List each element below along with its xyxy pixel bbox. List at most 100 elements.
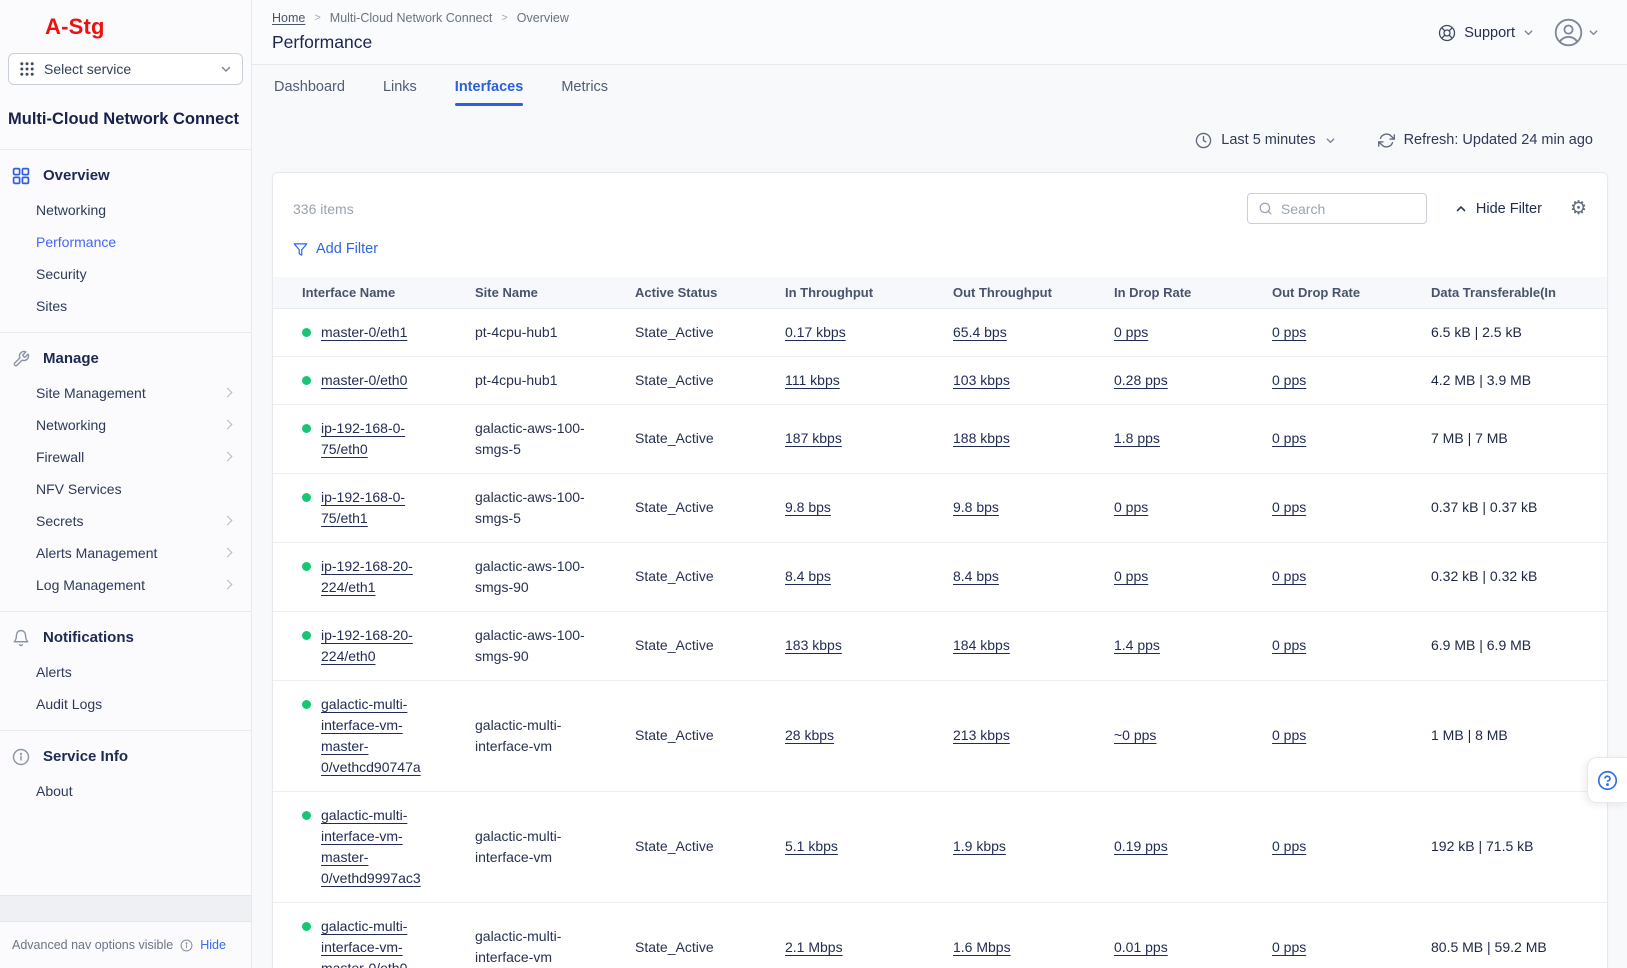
out_drop-link[interactable]: 0 pps xyxy=(1272,637,1306,653)
in_tp-link[interactable]: 2.1 Mbps xyxy=(785,939,843,955)
sidebar-section-manage[interactable]: Manage xyxy=(0,341,251,377)
interface-link[interactable]: master-0/eth0 xyxy=(321,370,407,391)
interface-link[interactable]: galactic-multi-interface-vm-master-0/vet… xyxy=(321,805,443,889)
refresh-icon xyxy=(1378,132,1395,149)
sidebar-item-alerts-management[interactable]: Alerts Management xyxy=(0,537,251,569)
in_tp-link[interactable]: 187 kbps xyxy=(785,430,842,446)
sidebar-section-service-info[interactable]: Service Info xyxy=(0,739,251,775)
in_drop-link[interactable]: 0 pps xyxy=(1114,568,1148,584)
cell-data: 6.5 kB | 2.5 kB xyxy=(1431,309,1607,356)
out_drop-link[interactable]: 0 pps xyxy=(1272,499,1306,515)
sidebar-item-security[interactable]: Security xyxy=(0,258,251,290)
sidebar-item-secrets[interactable]: Secrets xyxy=(0,505,251,537)
out_drop-link[interactable]: 0 pps xyxy=(1272,324,1306,340)
in_tp-link[interactable]: 9.8 bps xyxy=(785,499,831,515)
interface-link[interactable]: ip-192-168-20-224/eth0 xyxy=(321,625,443,667)
support-menu[interactable]: Support xyxy=(1438,24,1534,42)
cell-interface: galactic-multi-interface-vm-master-0/eth… xyxy=(273,903,475,968)
out_tp-link[interactable]: 65.4 bps xyxy=(953,324,1007,340)
hide-filter-button[interactable]: Hide Filter xyxy=(1455,201,1542,217)
sidebar-item-performance[interactable]: Performance xyxy=(0,226,251,258)
account-menu[interactable] xyxy=(1554,18,1599,47)
in_tp-link[interactable]: 28 kbps xyxy=(785,727,834,743)
in_drop-link[interactable]: 1.8 pps xyxy=(1114,430,1160,446)
in_drop-link[interactable]: 1.4 pps xyxy=(1114,637,1160,653)
hide-nav-link[interactable]: Hide xyxy=(200,938,226,952)
out_tp-link[interactable]: 1.6 Mbps xyxy=(953,939,1011,955)
sidebar-item-nfv-services[interactable]: NFV Services xyxy=(0,473,251,505)
column-header[interactable]: Interface Name xyxy=(273,277,475,308)
user-avatar-icon xyxy=(1554,18,1583,47)
in_tp-link[interactable]: 183 kbps xyxy=(785,637,842,653)
tab-interfaces[interactable]: Interfaces xyxy=(455,79,524,106)
out_drop-link[interactable]: 0 pps xyxy=(1272,838,1306,854)
interface-link[interactable]: ip-192-168-0-75/eth0 xyxy=(321,418,443,460)
column-header[interactable]: In Drop Rate xyxy=(1114,277,1272,308)
column-header[interactable]: Active Status xyxy=(635,277,785,308)
cell-out_tp: 9.8 bps xyxy=(953,484,1114,531)
column-header[interactable]: Out Throughput xyxy=(953,277,1114,308)
in_tp-link[interactable]: 0.17 kbps xyxy=(785,324,846,340)
sidebar-item-about[interactable]: About xyxy=(0,775,251,807)
sidebar-item-audit-logs[interactable]: Audit Logs xyxy=(0,688,251,720)
add-filter-button[interactable]: Add Filter xyxy=(293,241,378,257)
card-head-right: Hide Filter ⚙ xyxy=(1247,193,1587,224)
search-input[interactable] xyxy=(1281,201,1416,217)
column-header[interactable]: In Throughput xyxy=(785,277,953,308)
breadcrumb-item-home[interactable]: Home xyxy=(272,11,305,25)
time-range-dropdown[interactable]: Last 5 minutes xyxy=(1195,132,1335,149)
out_tp-link[interactable]: 188 kbps xyxy=(953,430,1010,446)
out_tp-link[interactable]: 213 kbps xyxy=(953,727,1010,743)
out_drop-link[interactable]: 0 pps xyxy=(1272,430,1306,446)
sidebar-section-overview[interactable]: Overview xyxy=(0,158,251,194)
out_tp-link[interactable]: 103 kbps xyxy=(953,372,1010,388)
out_tp-link[interactable]: 8.4 bps xyxy=(953,568,999,584)
sidebar-item-log-management[interactable]: Log Management xyxy=(0,569,251,601)
sidebar-item-site-management[interactable]: Site Management xyxy=(0,377,251,409)
interface-link[interactable]: ip-192-168-20-224/eth1 xyxy=(321,556,443,598)
out_drop-link[interactable]: 0 pps xyxy=(1272,939,1306,955)
column-header[interactable]: Out Drop Rate xyxy=(1272,277,1431,308)
tab-metrics[interactable]: Metrics xyxy=(561,79,608,106)
interface-link[interactable]: galactic-multi-interface-vm-master-0/vet… xyxy=(321,694,443,778)
breadcrumb-item-multi-cloud-network-connect[interactable]: Multi-Cloud Network Connect xyxy=(330,11,493,25)
interface-link[interactable]: ip-192-168-0-75/eth1 xyxy=(321,487,443,529)
section-label: Manage xyxy=(43,350,99,367)
out_tp-link[interactable]: 184 kbps xyxy=(953,637,1010,653)
table-row: ip-192-168-20-224/eth0galactic-aws-100-s… xyxy=(273,612,1607,681)
in_tp-link[interactable]: 8.4 bps xyxy=(785,568,831,584)
tab-links[interactable]: Links xyxy=(383,79,417,106)
out_tp-link[interactable]: 1.9 kbps xyxy=(953,838,1006,854)
tab-dashboard[interactable]: Dashboard xyxy=(274,79,345,106)
out_drop-link[interactable]: 0 pps xyxy=(1272,568,1306,584)
in_drop-link[interactable]: ~0 pps xyxy=(1114,727,1156,743)
out_tp-link[interactable]: 9.8 bps xyxy=(953,499,999,515)
in_tp-link[interactable]: 111 kbps xyxy=(785,372,840,388)
in_tp-link[interactable]: 5.1 kbps xyxy=(785,838,838,854)
in_drop-link[interactable]: 0 pps xyxy=(1114,324,1148,340)
gear-icon[interactable]: ⚙ xyxy=(1570,199,1587,218)
select-service-dropdown[interactable]: Select service xyxy=(8,53,243,85)
help-button[interactable] xyxy=(1587,757,1627,803)
select-service-label: Select service xyxy=(44,61,211,77)
in_drop-link[interactable]: 0.28 pps xyxy=(1114,372,1168,388)
interface-link[interactable]: galactic-multi-interface-vm-master-0/eth… xyxy=(321,916,443,968)
interface-link[interactable]: master-0/eth1 xyxy=(321,322,407,343)
cell-interface: master-0/eth1 xyxy=(273,309,475,356)
in_drop-link[interactable]: 0.19 pps xyxy=(1114,838,1168,854)
sidebar-section-notifications[interactable]: Notifications xyxy=(0,620,251,656)
sidebar-item-networking[interactable]: Networking xyxy=(0,409,251,441)
sidebar-item-networking[interactable]: Networking xyxy=(0,194,251,226)
cell-out_drop: 0 pps xyxy=(1272,553,1431,600)
column-header[interactable]: Site Name xyxy=(475,277,635,308)
sidebar-item-sites[interactable]: Sites xyxy=(0,290,251,322)
sidebar-item-firewall[interactable]: Firewall xyxy=(0,441,251,473)
data-text: 0.32 kB | 0.32 kB xyxy=(1431,568,1537,584)
in_drop-link[interactable]: 0 pps xyxy=(1114,499,1148,515)
column-header[interactable]: Data Transferable(In xyxy=(1431,277,1607,308)
out_drop-link[interactable]: 0 pps xyxy=(1272,727,1306,743)
in_drop-link[interactable]: 0.01 pps xyxy=(1114,939,1168,955)
sidebar-item-alerts[interactable]: Alerts xyxy=(0,656,251,688)
out_drop-link[interactable]: 0 pps xyxy=(1272,372,1306,388)
refresh-button[interactable]: Refresh: Updated 24 min ago xyxy=(1378,132,1593,149)
